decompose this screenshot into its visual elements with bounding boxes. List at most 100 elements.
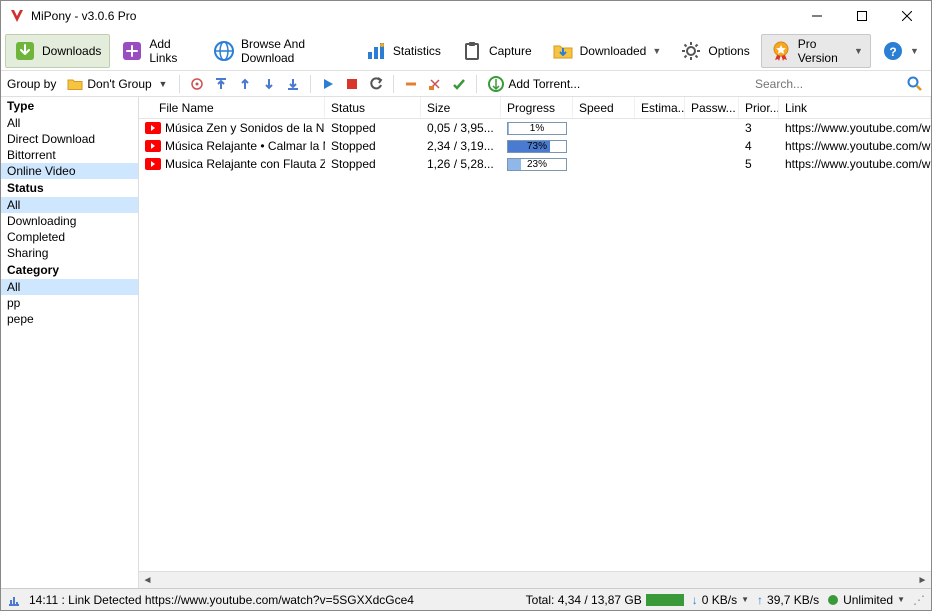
capture-label: Capture [489, 44, 532, 58]
maximize-button[interactable] [839, 2, 884, 30]
cell-priority: 5 [739, 155, 779, 173]
close-button[interactable] [884, 2, 929, 30]
options-label: Options [708, 44, 749, 58]
add-links-button[interactable]: Add Links [112, 34, 202, 68]
sidebar-item[interactable]: Sharing [1, 245, 138, 261]
table-body: Música Zen y Sonidos de la Nat...Stopped… [139, 119, 931, 571]
priority-down-button[interactable] [259, 74, 279, 94]
table-row[interactable]: Musica Relajante con Flauta Ze...Stopped… [139, 155, 931, 173]
status-log: 14:11 : Link Detected https://www.youtub… [29, 593, 518, 607]
col-link[interactable]: Link [779, 97, 931, 118]
sidebar-item[interactable]: All [1, 197, 138, 213]
table-row[interactable]: Música Relajante • Calmar la M...Stopped… [139, 137, 931, 155]
add-torrent-button[interactable]: Add Torrent... [484, 74, 584, 94]
status-icon [7, 593, 21, 607]
statistics-label: Statistics [393, 44, 441, 58]
priority-top-button[interactable] [211, 74, 231, 94]
col-priority[interactable]: Prior... [739, 97, 779, 118]
cell-password [685, 155, 739, 173]
browse-button[interactable]: Browse And Download [204, 34, 354, 68]
file-name: Musica Relajante con Flauta Ze... [165, 157, 325, 171]
cell-speed [573, 119, 635, 137]
options-button[interactable]: Options [671, 34, 758, 68]
resize-grip[interactable]: ⋰ [913, 593, 925, 607]
group-by-label: Group by [7, 77, 56, 91]
col-status[interactable]: Status [325, 97, 421, 118]
chevron-down-icon: ▼ [652, 46, 660, 56]
scroll-right-arrow[interactable]: ► [914, 572, 931, 589]
refresh-button[interactable] [366, 74, 386, 94]
cell-progress: 1% [501, 119, 573, 137]
clear-button[interactable] [425, 74, 445, 94]
down-arrow-icon: ↓ [692, 593, 698, 607]
col-progress[interactable]: Progress [501, 97, 573, 118]
col-speed[interactable]: Speed [573, 97, 635, 118]
stats-icon [365, 40, 387, 62]
pro-version-button[interactable]: Pro Version ▼ [761, 34, 871, 68]
sidebar-item[interactable]: Downloading [1, 213, 138, 229]
col-estimated[interactable]: Estima... [635, 97, 685, 118]
statistics-button[interactable]: Statistics [356, 34, 450, 68]
folder-down-icon [552, 40, 574, 62]
sidebar-item[interactable]: pepe [1, 311, 138, 327]
chevron-down-icon: ▼ [910, 46, 918, 56]
file-name: Música Zen y Sonidos de la Nat... [165, 121, 325, 135]
col-password[interactable]: Passw... [685, 97, 739, 118]
separator [179, 75, 180, 93]
sidebar-item[interactable]: Bittorrent [1, 147, 138, 163]
sidebar-item[interactable]: All [1, 279, 138, 295]
separator [310, 75, 311, 93]
action-toolbar: Group by Don't Group ▼ Add Torrent... [1, 71, 931, 97]
table-row[interactable]: Música Zen y Sonidos de la Nat...Stopped… [139, 119, 931, 137]
youtube-icon [145, 140, 161, 152]
gear-icon [680, 40, 702, 62]
cell-progress: 23% [501, 155, 573, 173]
add-links-label: Add Links [149, 37, 193, 65]
sidebar: TypeAllDirect DownloadBittorrentOnline V… [1, 97, 139, 588]
priority-up-button[interactable] [235, 74, 255, 94]
search-icon[interactable] [905, 74, 925, 94]
unlimited-icon [827, 594, 839, 606]
scroll-left-arrow[interactable]: ◄ [139, 572, 156, 589]
remove-button[interactable] [401, 74, 421, 94]
stop-button[interactable] [342, 74, 362, 94]
sidebar-item[interactable]: All [1, 115, 138, 131]
file-name: Música Relajante • Calmar la M... [165, 139, 325, 153]
add-torrent-label: Add Torrent... [508, 77, 580, 91]
torrent-icon [488, 76, 504, 92]
group-by-combo[interactable]: Don't Group ▼ [62, 75, 172, 93]
downloaded-button[interactable]: Downloaded ▼ [543, 34, 670, 68]
cell-size: 0,05 / 3,95... [421, 119, 501, 137]
sidebar-item[interactable]: pp [1, 295, 138, 311]
upload-speed-segment[interactable]: ↑ 39,7 KB/s [757, 593, 819, 607]
capture-button[interactable]: Capture [452, 34, 541, 68]
chevron-down-icon: ▼ [897, 595, 905, 604]
target-button[interactable] [187, 74, 207, 94]
check-button[interactable] [449, 74, 469, 94]
folder-icon [67, 77, 83, 91]
col-size[interactable]: Size [421, 97, 501, 118]
search-input[interactable] [751, 75, 901, 93]
cell-password [685, 137, 739, 155]
downloads-table: File Name Status Size Progress Speed Est… [139, 97, 931, 588]
sidebar-group-type: Type [1, 97, 138, 115]
chevron-down-icon: ▼ [741, 595, 749, 604]
clipboard-icon [461, 40, 483, 62]
download-speed-segment[interactable]: ↓ 0 KB/s ▼ [692, 593, 749, 607]
sidebar-item[interactable]: Online Video [1, 163, 138, 179]
horizontal-scrollbar[interactable]: ◄ ► [139, 571, 931, 588]
sidebar-item[interactable]: Completed [1, 229, 138, 245]
col-filename[interactable]: File Name [139, 97, 325, 118]
priority-bottom-button[interactable] [283, 74, 303, 94]
sidebar-group-status: Status [1, 179, 138, 197]
sidebar-item[interactable]: Direct Download [1, 131, 138, 147]
minimize-button[interactable] [794, 2, 839, 30]
downloads-tab[interactable]: Downloads [5, 34, 110, 68]
chevron-down-icon: ▼ [854, 46, 862, 56]
start-button[interactable] [318, 74, 338, 94]
help-button[interactable]: ? ▼ [873, 34, 927, 68]
limit-segment[interactable]: Unlimited ▼ [827, 593, 905, 607]
app-icon [9, 8, 25, 24]
sidebar-group-category: Category [1, 261, 138, 279]
cell-priority: 4 [739, 137, 779, 155]
